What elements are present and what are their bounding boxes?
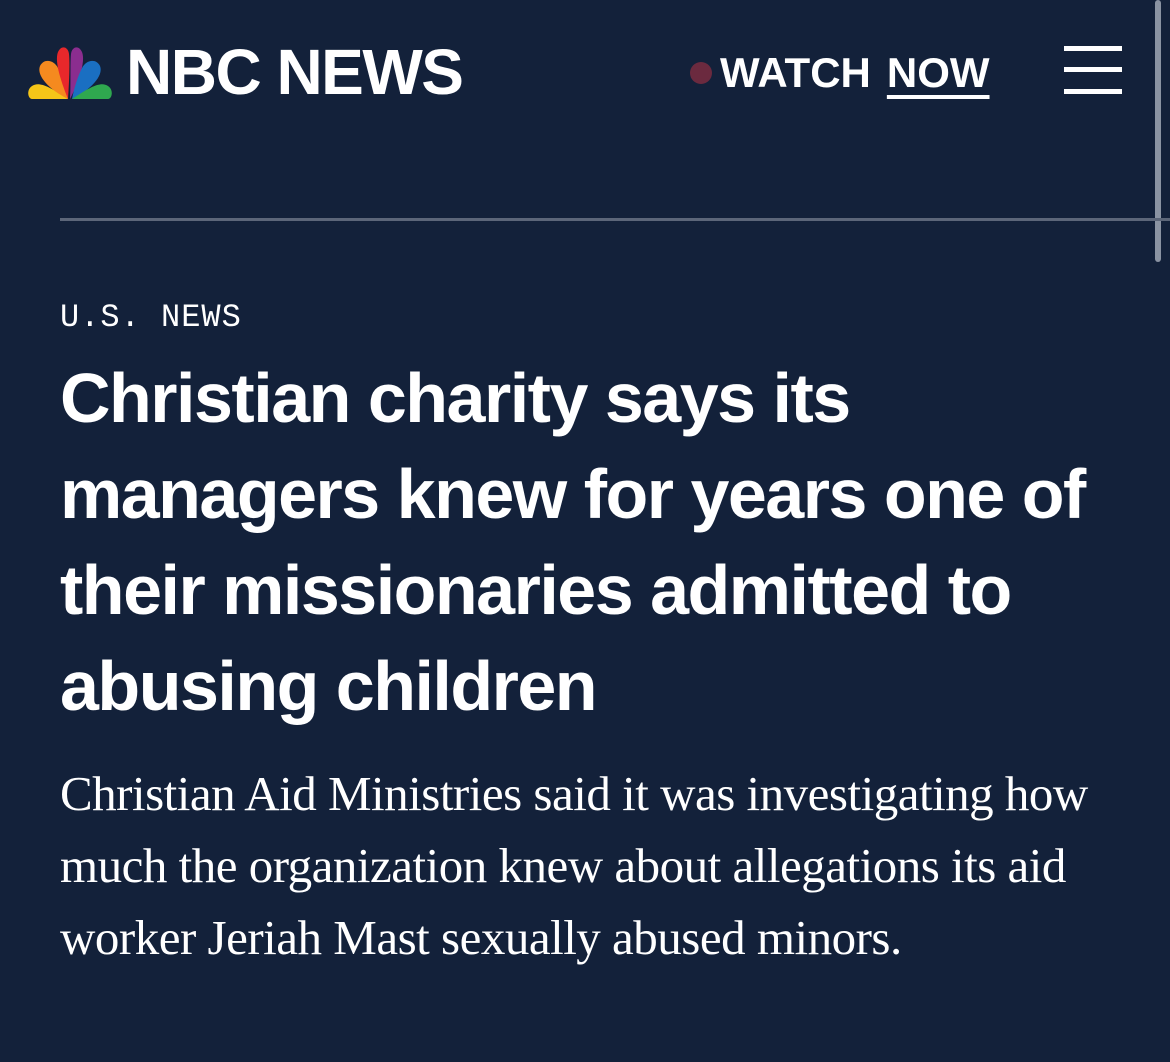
live-dot-icon (690, 62, 712, 84)
now-label: NOW (886, 49, 990, 96)
nbc-news-logo[interactable]: NBC NEWS (28, 36, 464, 108)
article-headline: Christian charity says its managers knew… (60, 359, 1086, 725)
article-dek: Christian Aid Ministries said it was inv… (60, 766, 1088, 965)
watch-now-link[interactable]: WATCH NOW (690, 48, 990, 98)
hamburger-menu-icon[interactable] (1064, 46, 1122, 94)
header-divider (60, 218, 1170, 221)
nbc-peacock-icon (28, 47, 112, 99)
scrollbar[interactable] (1155, 0, 1161, 262)
watch-label: WATCH (720, 49, 871, 96)
menu-bar (1064, 67, 1122, 72)
menu-bar (1064, 89, 1122, 94)
section-label[interactable]: U.S. NEWS (60, 298, 242, 338)
brand-wordmark: NBC NEWS (126, 36, 464, 108)
site-header: NBC NEWS WATCH NOW (0, 0, 1170, 140)
menu-bar (1064, 46, 1122, 51)
